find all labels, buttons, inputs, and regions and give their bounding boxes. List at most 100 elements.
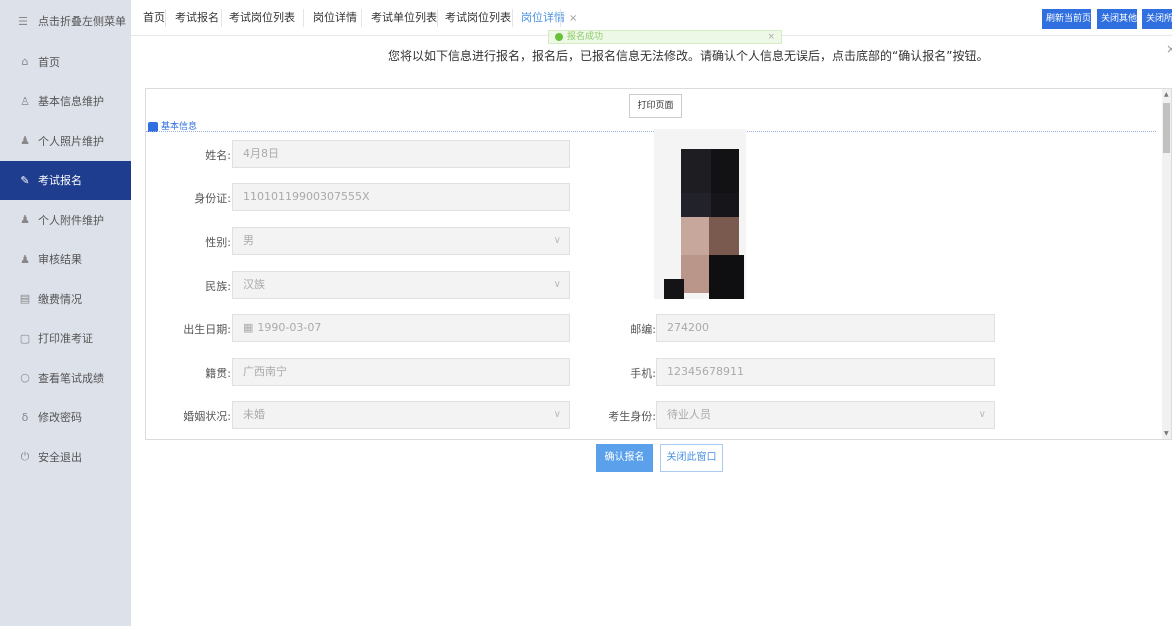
gender-select[interactable]: 男 ∨: [232, 227, 570, 255]
tab-exam-signup[interactable]: 考试报名: [175, 0, 219, 36]
field-value: 待业人员: [667, 408, 711, 421]
id-card-label: 身份证:: [194, 192, 231, 205]
gender-label: 性别:: [205, 236, 231, 249]
close-window-button[interactable]: 关闭此窗口: [660, 444, 723, 472]
tab-position-list[interactable]: 考试岗位列表: [229, 0, 295, 36]
sidebar-item-password[interactable]: δ 修改密码: [0, 398, 131, 438]
divider: [146, 131, 1156, 132]
close-icon[interactable]: ×: [1166, 42, 1172, 56]
field-value: 4月8日: [243, 147, 279, 160]
success-toast: 报名成功 ×: [548, 30, 782, 44]
native-place-field[interactable]: 广西南宁: [232, 358, 570, 386]
tab-divider: [560, 9, 561, 27]
ethnicity-label: 民族:: [205, 280, 231, 293]
tab-divider: [437, 9, 438, 27]
sidebar-item-label: 考试报名: [38, 174, 82, 188]
birthdate-field[interactable]: ▦ 1990-03-07: [232, 314, 570, 342]
close-icon[interactable]: ×: [767, 31, 775, 43]
sidebar-item-home[interactable]: ⌂ 首页: [0, 42, 131, 82]
scroll-up-arrow-icon[interactable]: ▲: [1164, 91, 1169, 98]
sidebar: ☰ 点击折叠左侧菜单 ⌂ 首页 ♙ 基本信息维护 ♟ 个人照片维护 ✎ 考试报名…: [0, 0, 131, 626]
user-icon: ♙: [20, 94, 30, 108]
field-value: 1990-03-07: [257, 321, 322, 334]
confirm-signup-button[interactable]: 确认报名: [596, 444, 653, 472]
field-value: 男: [243, 234, 254, 247]
sidebar-item-print-ticket[interactable]: ▢ 打印准考证: [0, 319, 131, 359]
refresh-page-button[interactable]: 刷新当前页: [1042, 9, 1091, 29]
sidebar-toggle-label: 点击折叠左侧菜单: [38, 15, 126, 28]
sidebar-toggle[interactable]: ☰ 点击折叠左侧菜单: [0, 0, 131, 42]
sidebar-item-label: 基本信息维护: [38, 95, 104, 109]
marital-status-label: 婚姻状况:: [183, 410, 231, 423]
tab-home[interactable]: 首页: [143, 0, 165, 36]
sidebar-item-basic-info[interactable]: ♙ 基本信息维护: [0, 82, 131, 122]
print-page-button[interactable]: 打印页面: [629, 94, 682, 118]
sidebar-item-label: 首页: [38, 55, 60, 69]
check-circle-icon: [555, 32, 563, 41]
sidebar-item-label: 个人附件维护: [38, 213, 104, 227]
tab-divider: [303, 9, 304, 27]
person-icon: [148, 121, 158, 132]
phone-field[interactable]: 12345678911: [656, 358, 995, 386]
ethnicity-select[interactable]: 汉族 ∨: [232, 271, 570, 299]
toast-text: 报名成功: [567, 32, 604, 42]
marital-status-select[interactable]: 未婚 ∨: [232, 401, 570, 429]
chevron-down-icon: ∨: [553, 279, 561, 290]
key-icon: δ: [21, 410, 29, 424]
field-value: 12345678911: [667, 365, 744, 378]
native-place-label: 籍贯:: [205, 367, 231, 380]
tab-unit-list[interactable]: 考试单位列表: [371, 0, 437, 36]
postcode-field[interactable]: 274200: [656, 314, 995, 342]
notice-text: 您将以如下信息进行报名，报名后，已报名信息无法修改。请确认个人信息无误后，点击底…: [388, 49, 989, 63]
edit-icon: ✎: [20, 173, 30, 187]
scrollbar[interactable]: ▲ ▼: [1162, 89, 1171, 439]
close-others-button[interactable]: 关闭其他: [1097, 9, 1137, 29]
tab-position-detail[interactable]: 岗位详情: [313, 0, 357, 36]
scroll-down-arrow-icon[interactable]: ▼: [1164, 430, 1169, 437]
field-value: 274200: [667, 321, 709, 334]
tab-label: 岗位详情: [521, 11, 565, 24]
home-icon: ⌂: [21, 55, 29, 69]
sidebar-item-logout[interactable]: ⏻ 安全退出: [0, 437, 131, 477]
tab-divider: [165, 9, 166, 27]
chevron-down-icon: ∨: [553, 409, 561, 420]
id-card-field[interactable]: 11010119900307555X: [232, 183, 570, 211]
close-all-button[interactable]: 关闭所有: [1142, 9, 1172, 29]
field-value: 汉族: [243, 278, 265, 291]
phone-label: 手机:: [630, 367, 656, 380]
close-icon[interactable]: ×: [569, 13, 577, 24]
scrollbar-thumb[interactable]: [1163, 103, 1170, 153]
chevron-down-icon: ∨: [978, 409, 986, 420]
person-check-icon: ♟: [20, 252, 30, 266]
calendar-icon: ▦: [243, 321, 254, 334]
sidebar-item-attachments[interactable]: ♟ 个人附件维护: [0, 200, 131, 240]
sidebar-item-photo[interactable]: ♟ 个人照片维护: [0, 121, 131, 161]
field-value: 广西南宁: [243, 365, 287, 378]
person-icon: ♟: [20, 134, 30, 148]
candidate-status-label: 考生身份:: [608, 410, 656, 423]
sidebar-item-label: 打印准考证: [38, 332, 93, 346]
bill-icon: ▤: [19, 292, 31, 306]
name-field[interactable]: 4月8日: [232, 140, 570, 168]
tab-divider: [512, 9, 513, 27]
sidebar-item-label: 审核结果: [38, 253, 82, 267]
sidebar-item-review[interactable]: ♟ 审核结果: [0, 240, 131, 280]
power-icon: ⏻: [20, 449, 30, 463]
sidebar-item-payment[interactable]: ▤ 缴费情况: [0, 279, 131, 319]
sidebar-item-scores[interactable]: ○ 查看笔试成绩: [0, 358, 131, 398]
tab-divider: [361, 9, 362, 27]
print-icon: ▢: [19, 331, 31, 345]
chevron-down-icon: ∨: [553, 235, 561, 246]
field-value: 11010119900307555X: [243, 190, 370, 203]
sidebar-item-label: 个人照片维护: [38, 134, 104, 148]
tab-divider: [221, 9, 222, 27]
candidate-status-select[interactable]: 待业人员 ∨: [656, 401, 995, 429]
search-icon: ○: [20, 371, 30, 385]
sidebar-item-label: 安全退出: [38, 450, 82, 464]
applicant-photo: [654, 129, 754, 299]
sidebar-item-label: 查看笔试成绩: [38, 371, 104, 385]
sidebar-item-exam-signup[interactable]: ✎ 考试报名: [0, 160, 131, 200]
tab-position-list-2[interactable]: 考试岗位列表: [445, 0, 511, 36]
person-icon: ♟: [20, 213, 30, 227]
sidebar-item-label: 修改密码: [38, 411, 82, 425]
